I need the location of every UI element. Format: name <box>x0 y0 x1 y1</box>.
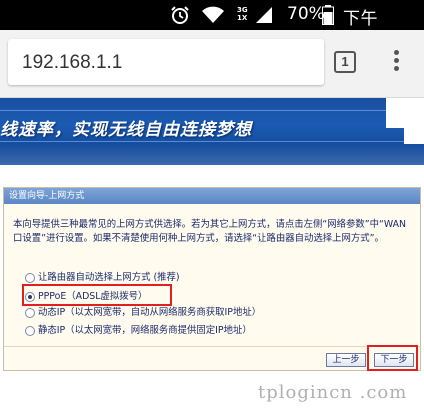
radio-dynamic-ip[interactable] <box>25 308 35 318</box>
content-gap <box>0 165 424 187</box>
next-button-highlight-box <box>367 345 418 371</box>
watermark: tplogincn .com <box>258 382 408 403</box>
option-static-ip-label[interactable]: 静态IP（以太网宽带，网络服务商提供固定IP地址） <box>38 325 252 336</box>
battery-icon <box>322 5 334 25</box>
overflow-menu-icon[interactable] <box>388 48 404 76</box>
option-static-ip[interactable]: 静态IP（以太网宽带，网络服务商提供固定IP地址） <box>25 324 252 338</box>
wizard-footer: 上一步 下一步 <box>4 346 420 370</box>
address-bar-url[interactable]: 192.168.1.1 <box>22 52 122 74</box>
option-dynamic-ip[interactable]: 动态IP（以太网宽带，自动从网络服务商获取IP地址） <box>25 306 261 320</box>
network-type-label: 3G 1X <box>237 6 248 22</box>
tab-switcher-button[interactable]: 1 <box>334 51 356 73</box>
battery-percent: 70% <box>287 4 325 24</box>
address-bar[interactable]: 192.168.1.1 <box>8 39 324 85</box>
banner-decor-line <box>0 141 424 142</box>
router-banner: 线速率，实现无线自由连接梦想 <box>0 98 424 165</box>
alarm-icon <box>171 6 189 24</box>
banner-logo-area <box>386 98 424 128</box>
signal-icon <box>256 7 272 23</box>
wizard-description: 本向导提供三种最常见的上网方式供选择。若为其它上网方式，请点击左侧“网络参数”中… <box>13 219 407 244</box>
wifi-icon <box>202 6 224 23</box>
radio-static-ip[interactable] <box>25 326 35 336</box>
banner-slogan: 线速率，实现无线自由连接梦想 <box>0 120 252 140</box>
option-auto-detect[interactable]: 让路由器自动选择上网方式 (推荐) <box>25 271 180 285</box>
banner-decor-line <box>0 110 424 111</box>
option-auto-detect-label[interactable]: 让路由器自动选择上网方式 (推荐) <box>38 272 180 283</box>
setup-wizard-panel: 设置向导-上网方式 本向导提供三种最常见的上网方式供选择。若为其它上网方式，请点… <box>3 187 421 371</box>
radio-auto-detect[interactable] <box>25 273 35 283</box>
pppoe-highlight-box <box>22 284 172 306</box>
previous-step-button[interactable]: 上一步 <box>326 353 366 367</box>
browser-toolbar: 192.168.1.1 1 <box>0 30 424 98</box>
option-dynamic-ip-label[interactable]: 动态IP（以太网宽带，自动从网络服务商获取IP地址） <box>38 307 261 318</box>
status-bar: 3G1X 70% 下午 2:14 <box>0 0 424 49</box>
banner-logo-area <box>404 126 424 144</box>
wizard-header: 设置向导-上网方式 <box>4 188 420 204</box>
